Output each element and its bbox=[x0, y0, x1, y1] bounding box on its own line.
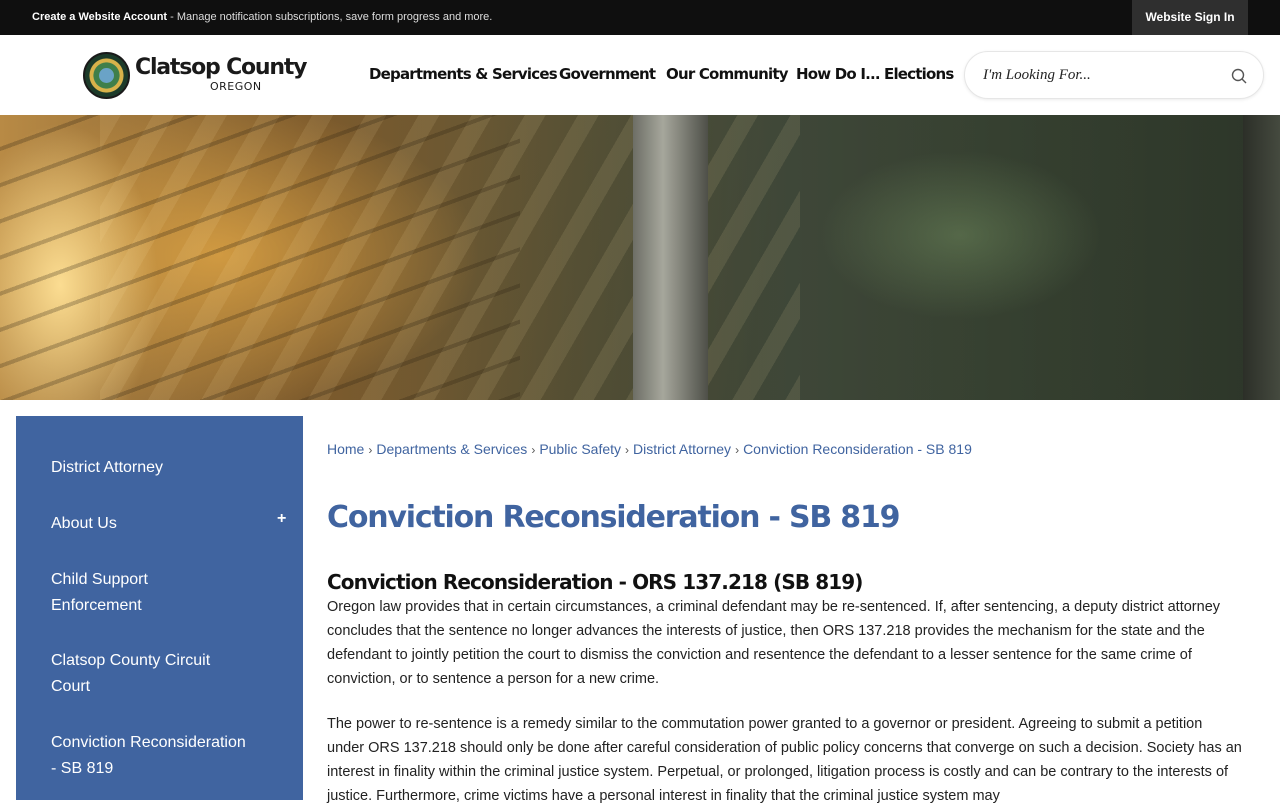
breadcrumb-separator: › bbox=[368, 443, 373, 457]
breadcrumb-departments-services[interactable]: Departments & Services bbox=[376, 441, 527, 457]
hero-branches bbox=[0, 115, 520, 400]
breadcrumb: Home › Departments & Services › Public Safet… bbox=[327, 441, 972, 457]
sidebar-item-circuit-court[interactable]: Clatsop County Circuit Court bbox=[51, 648, 241, 700]
create-account-link[interactable]: Create a Website Account bbox=[32, 11, 167, 23]
nav-our-community[interactable]: Our Community bbox=[666, 65, 788, 83]
sidebar-item-about-us[interactable]: About Us bbox=[51, 511, 251, 537]
account-message-text: - Manage notification subscriptions, sav… bbox=[167, 11, 493, 23]
top-utility-bar: Create a Website Account - Manage notifi… bbox=[0, 0, 1280, 35]
breadcrumb-home[interactable]: Home bbox=[327, 441, 364, 457]
breadcrumb-current-page[interactable]: Conviction Reconsideration - SB 819 bbox=[743, 441, 972, 457]
nav-departments-services[interactable]: Departments & Services bbox=[369, 65, 558, 83]
search-input[interactable] bbox=[983, 64, 1223, 86]
website-sign-in-button[interactable]: Website Sign In bbox=[1132, 0, 1248, 35]
breadcrumb-separator: › bbox=[735, 443, 740, 457]
sidebar-item-child-support[interactable]: Child Support Enforcement bbox=[51, 567, 211, 619]
breadcrumb-separator: › bbox=[625, 443, 630, 457]
county-seal-logo[interactable] bbox=[83, 52, 130, 99]
logo-name[interactable]: Clatsop County bbox=[135, 55, 308, 80]
hero-forest-image bbox=[0, 115, 1280, 400]
nav-elections[interactable]: Elections bbox=[884, 65, 954, 83]
paragraph: Oregon law provides that in certain circ… bbox=[327, 599, 1221, 687]
hero-tree-trunk-right bbox=[1243, 115, 1280, 400]
site-header: Clatsop County OREGON Departments & Serv… bbox=[0, 35, 1280, 115]
nav-how-do-i[interactable]: How Do I... bbox=[796, 65, 881, 83]
sidebar-item-conviction-reconsideration[interactable]: Conviction Reconsideration - SB 819 bbox=[51, 730, 251, 782]
section-title: Conviction Reconsideration - ORS 137.218… bbox=[327, 570, 863, 594]
nav-government[interactable]: Government bbox=[559, 65, 656, 83]
paragraph: The power to re-sentence is a remedy sim… bbox=[327, 716, 1242, 804]
breadcrumb-public-safety[interactable]: Public Safety bbox=[539, 441, 621, 457]
breadcrumb-district-attorney[interactable]: District Attorney bbox=[633, 441, 731, 457]
logo-subtitle: OREGON bbox=[210, 80, 262, 93]
search-box bbox=[964, 51, 1264, 99]
sidebar-item-district-attorney[interactable]: District Attorney bbox=[51, 455, 251, 481]
sidebar-nav: District Attorney About Us + Child Suppo… bbox=[16, 416, 303, 800]
account-message: Create a Website Account - Manage notifi… bbox=[32, 11, 492, 23]
breadcrumb-separator: › bbox=[531, 443, 536, 457]
page-title: Conviction Reconsideration - SB 819 bbox=[327, 500, 901, 535]
search-icon[interactable] bbox=[1231, 68, 1247, 84]
hero-foliage bbox=[760, 115, 1240, 400]
expand-plus-icon[interactable]: + bbox=[277, 511, 289, 527]
hero-tree-trunk bbox=[633, 115, 708, 400]
